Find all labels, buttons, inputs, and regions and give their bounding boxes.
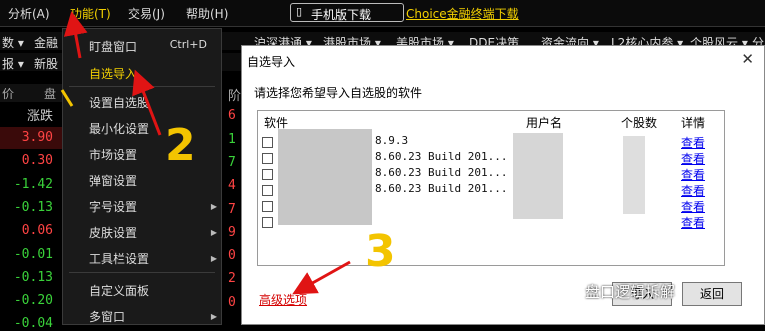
arrow-to-functions-menu <box>63 11 88 59</box>
arrow-to-advanced-options <box>292 260 351 295</box>
arrow-to-import-item <box>132 69 162 136</box>
annotation-mark-1 <box>60 89 74 107</box>
annotation-number-3: 3 <box>365 226 396 277</box>
annotation-number-2: 2 <box>165 120 196 171</box>
